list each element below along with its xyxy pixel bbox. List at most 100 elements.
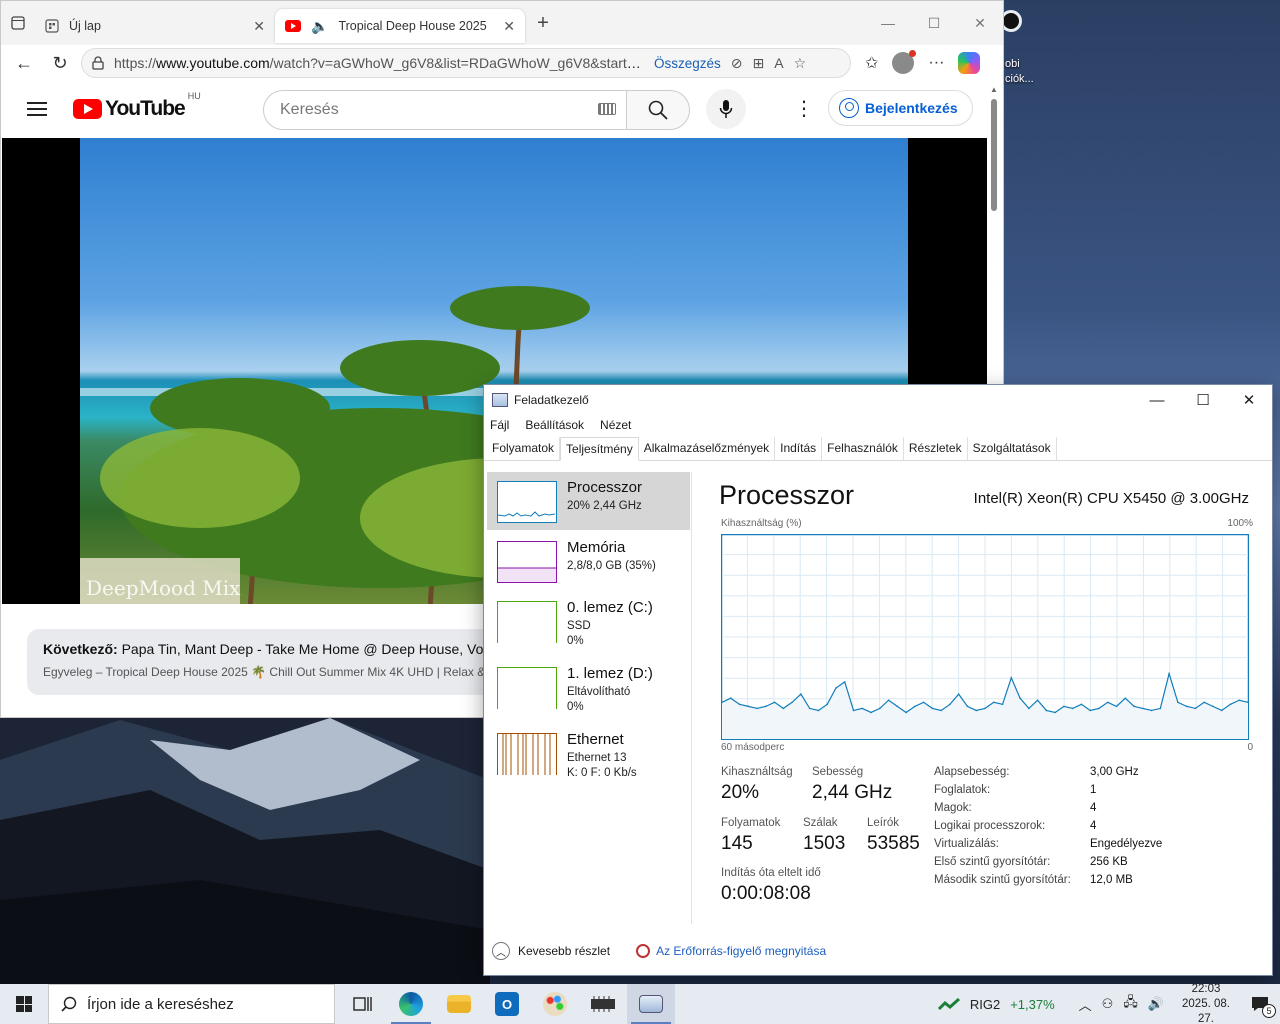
resource-name: Memória [567, 539, 626, 556]
up-next-title: Papa Tin, Mant Deep - Take Me Home @ Dee… [121, 641, 497, 657]
action-center-button[interactable]: 5 [1248, 992, 1276, 1018]
network-icon[interactable]: 🖧 [1123, 993, 1138, 1015]
menu-bar: Fájl Beállítások Nézet [484, 415, 1272, 435]
meet-now-icon[interactable]: ⚇ [1102, 996, 1114, 1012]
task-manager-titlebar[interactable]: Feladatkezelő — ☐ ✕ [484, 385, 1272, 415]
refresh-button[interactable]: ↻ [45, 48, 75, 78]
reading-mode-icon[interactable]: ⊘ [731, 55, 743, 72]
tab-app-history[interactable]: Alkalmazáselőzmények [639, 437, 776, 460]
account-icon [839, 98, 859, 118]
taskbar-search-box[interactable]: Írjon ide a kereséshez [48, 984, 335, 1024]
workspaces-button[interactable] [1, 1, 35, 45]
url-text[interactable]: https://www.youtube.com/watch?v=aGWhoW_g… [114, 55, 644, 71]
new-tab-button[interactable]: + [525, 12, 561, 35]
tab-performance[interactable]: Teljesítmény [560, 437, 639, 461]
scroll-up-icon[interactable]: ▲ [990, 85, 998, 94]
minimize-button[interactable]: — [1134, 385, 1180, 415]
resource-item-ethernet[interactable]: Ethernet Ethernet 13 K: 0 F: 0 Kb/s [487, 724, 690, 782]
summary-button[interactable]: Összegzés [654, 56, 721, 71]
cpu-data-point [756, 707, 758, 710]
taskbar-edge[interactable] [387, 984, 435, 1024]
resource-name: 1. lemez (D:) [567, 665, 653, 682]
up-next-card[interactable]: Következő: Papa Tin, Mant Deep - Take Me… [27, 629, 497, 695]
stock-name[interactable]: RIG2 [970, 997, 1000, 1012]
stock-change[interactable]: +1,37% [1010, 997, 1054, 1012]
tab-startup[interactable]: Indítás [775, 437, 823, 460]
cpu-data-point [800, 693, 802, 695]
settings-dots-icon[interactable]: ⋮ [794, 99, 814, 119]
utilization-label: Kihasználtság [721, 766, 793, 778]
info-value: 3,00 GHz [1090, 766, 1139, 778]
minimize-button[interactable]: — [865, 1, 911, 45]
back-button[interactable]: ← [9, 48, 39, 78]
task-view-button[interactable] [339, 984, 387, 1024]
cpu-data-point [1054, 711, 1056, 714]
voice-search-button[interactable] [706, 89, 746, 129]
maximize-button[interactable]: ☐ [1180, 385, 1226, 415]
cpu-info-table: Alapsebesség: 3,00 GHz Foglalatok: 1 Mag… [934, 766, 1254, 906]
favorite-star-icon[interactable]: ☆ [794, 55, 807, 72]
taskbar-paint[interactable] [531, 984, 579, 1024]
speaker-icon[interactable]: 🔈 [311, 18, 328, 35]
task-view-icon [353, 997, 372, 1011]
fewer-details-button[interactable]: Kevesebb részlet [518, 944, 610, 958]
taskbar-task-manager[interactable] [627, 984, 675, 1024]
sign-in-button[interactable]: Bejelentkezés [828, 90, 973, 126]
task-manager-icon [639, 995, 663, 1013]
youtube-logo[interactable]: YouTube HU [73, 91, 201, 121]
taskbar-hardware-app[interactable] [579, 984, 627, 1024]
tab-new-tab[interactable]: Új lap ✕ [35, 9, 275, 43]
close-tab-icon[interactable]: ✕ [253, 18, 265, 35]
cpu-data-point [1001, 703, 1004, 706]
chevron-up-icon[interactable]: ︿ [492, 942, 510, 960]
info-value: Engedélyezve [1090, 838, 1163, 850]
open-resource-monitor-link[interactable]: Az Erőforrás-figyelő megnyitása [656, 944, 826, 958]
start-button[interactable] [0, 984, 48, 1024]
cpu-detail-panel: Processzor Intel(R) Xeon(R) CPU X5450 @ … [719, 480, 1259, 904]
show-hidden-icons-icon[interactable]: ︿ [1079, 995, 1092, 1014]
tab-details[interactable]: Részletek [904, 437, 968, 460]
logo-text: YouTube [105, 97, 186, 120]
menu-file[interactable]: Fájl [490, 418, 509, 432]
resource-item-disk-c[interactable]: 0. lemez (C:) SSD 0% [487, 592, 690, 650]
scrollbar-thumb[interactable] [991, 99, 997, 211]
close-window-button[interactable]: ✕ [957, 1, 1003, 45]
lock-icon[interactable] [92, 56, 104, 70]
memory-chip-icon [591, 996, 615, 1012]
tab-youtube-video[interactable]: 🔈 Tropical Deep House 2025 🌴 ✕ [275, 9, 525, 43]
close-tab-icon[interactable]: ✕ [503, 18, 515, 35]
favorites-icon[interactable]: ✩ [865, 53, 878, 73]
cpu-data-point [992, 701, 995, 704]
resource-item-memory[interactable]: Memória 2,8/8,0 GB (35%) [487, 532, 690, 590]
read-aloud-icon[interactable]: A [774, 55, 783, 72]
more-menu-icon[interactable]: ··· [928, 54, 944, 72]
menu-view[interactable]: Nézet [600, 418, 631, 432]
menu-icon[interactable] [27, 102, 47, 116]
taskbar-outlook[interactable]: O [483, 984, 531, 1024]
resource-item-cpu[interactable]: Processzor 20% 2,44 GHz [487, 472, 690, 530]
keyboard-icon[interactable] [598, 103, 616, 115]
search-button[interactable] [626, 90, 690, 130]
cpu-data-point [861, 707, 864, 710]
app-available-icon[interactable]: ⊞ [753, 55, 765, 72]
cpu-data-point [896, 705, 899, 708]
address-bar[interactable]: https://www.youtube.com/watch?v=aGWhoW_g… [81, 48, 851, 78]
volume-icon[interactable]: 🔊 [1148, 996, 1164, 1012]
clock[interactable]: 22:03 2025. 08. 27. [1174, 982, 1238, 1024]
tab-users[interactable]: Felhasználók [822, 437, 904, 460]
tab-processes[interactable]: Folyamatok [487, 437, 561, 460]
tab-services[interactable]: Szolgáltatások [968, 437, 1057, 460]
search-input[interactable]: Keresés [263, 90, 627, 130]
cpu-data-point [949, 703, 951, 706]
maximize-button[interactable]: ☐ [911, 1, 957, 45]
profile-avatar[interactable] [892, 50, 917, 74]
youtube-header: YouTube HU Keresés ⋮ Bejelentkezés [1, 81, 1003, 137]
speed-label: Sebesség [812, 766, 864, 778]
taskbar-file-explorer[interactable] [435, 984, 483, 1024]
resource-item-disk-d[interactable]: 1. lemez (D:) Eltávolítható 0% [487, 658, 690, 716]
copilot-icon[interactable] [958, 52, 981, 74]
menu-options[interactable]: Beállítások [525, 418, 584, 432]
close-window-button[interactable]: ✕ [1226, 385, 1272, 415]
stock-trend-icon [937, 997, 960, 1011]
paint-palette-icon [543, 992, 567, 1016]
